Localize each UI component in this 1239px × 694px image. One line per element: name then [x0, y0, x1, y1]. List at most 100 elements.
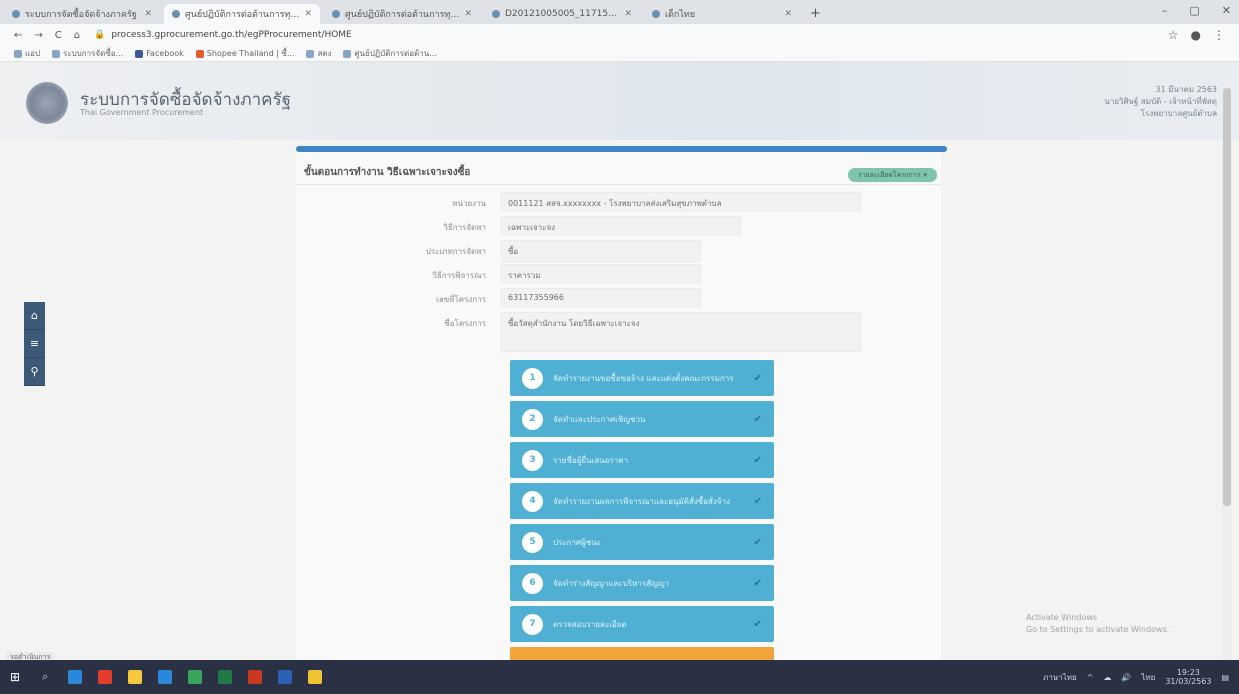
project-details-label: รายละเอียดโครงการ: [857, 170, 921, 179]
browser-tab[interactable]: เด็กไทย ✕: [644, 4, 800, 24]
reload-icon[interactable]: C: [55, 30, 62, 41]
field-row: ประเภทการจัดหา ซื้อ: [296, 240, 701, 262]
taskbar-app-icon[interactable]: [308, 670, 323, 684]
step-number: 7: [522, 613, 543, 635]
bookmark-item[interactable]: ศูนย์ปฏิบัติการต่อต้าน...: [343, 47, 437, 60]
maximize-button[interactable]: ▢: [1189, 4, 1199, 17]
site-icon: [52, 49, 61, 58]
tab-favicon-icon: [12, 10, 20, 18]
tab-close-icon[interactable]: ✕: [144, 9, 152, 19]
field-value: 0011121 สสจ.xxxxxxxx - โรงพยาบาลส่งเสริม…: [501, 192, 861, 212]
workflow-step[interactable]: 6 จัดทำร่างสัญญาและบริหารสัญญา ✔: [510, 565, 774, 601]
site-icon: [343, 49, 352, 58]
site-subtitle: Thai Government Procurement: [80, 108, 204, 117]
workflow-step[interactable]: 1 จัดทำรายงานขอซื้อขอจ้าง และแต่งตั้งคณะก…: [510, 360, 774, 396]
menu-icon[interactable]: ≡: [24, 330, 45, 358]
checkmark-icon: ✔: [753, 372, 762, 384]
field-row: เลขที่โครงการ 63117355966: [296, 288, 701, 308]
tab-title: D20121005005_11715_10087: [505, 9, 619, 19]
windows-start-icon[interactable]: ⊞: [10, 670, 20, 684]
tab-close-icon[interactable]: ✕: [304, 9, 312, 19]
page-scrollbar-thumb[interactable]: [1223, 88, 1231, 506]
step-number: 5: [522, 531, 543, 553]
apps-icon: [14, 49, 22, 58]
taskbar-app-icon[interactable]: [248, 670, 263, 684]
tab-title: ศูนย์ปฏิบัติการต่อต้านการทุจริต กระ...: [345, 10, 460, 20]
bookmark-item[interactable]: ระบบการจัดซื้อ...: [52, 47, 123, 60]
step-label: ตรวจสอบรายละเอียด: [553, 619, 627, 629]
bookmark-item[interactable]: สตง: [306, 47, 331, 60]
workflow-step[interactable]: 2 จัดทำและประกาศเชิญชวน ✔: [510, 401, 774, 437]
windows-taskbar: ⊞ ⌕ ภาษาไทย ^ ☁ 🔊 ไทย 19:23 31/03/2563 ▤: [0, 660, 1239, 694]
workflow-step[interactable]: 3 รายชื่อผู้ยื่นเสนอราคา ✔: [510, 442, 774, 478]
taskbar-app-icon[interactable]: [98, 670, 113, 684]
field-row: วิธีการจัดหา เฉพาะเจาะจง: [296, 216, 741, 236]
government-logo: [26, 82, 68, 124]
notification-icon[interactable]: ▤: [1221, 673, 1229, 682]
profile-icon[interactable]: ●: [1191, 28, 1201, 42]
minimize-button[interactable]: –: [1162, 4, 1168, 17]
close-window-button[interactable]: ✕: [1222, 4, 1231, 17]
back-icon[interactable]: ←: [14, 30, 22, 41]
facebook-icon: [135, 49, 144, 58]
browser-tab[interactable]: ศูนย์ปฏิบัติการต่อต้านการทุจริต กระ... ✕: [324, 4, 480, 24]
bookmark-item[interactable]: Facebook: [135, 49, 184, 58]
browser-tab[interactable]: ศูนย์ปฏิบัติการต่อต้านการทุจริต (ศปท.) ✕: [164, 4, 320, 24]
window-controls: – ▢ ✕: [1162, 4, 1231, 17]
browser-menu-icon[interactable]: ⋮: [1213, 28, 1225, 42]
forward-icon[interactable]: →: [34, 30, 42, 41]
workflow-steps: 1 จัดทำรายงานขอซื้อขอจ้าง และแต่งตั้งคณะก…: [510, 360, 774, 661]
checkmark-icon: ✔: [753, 495, 762, 507]
site-header: ระบบการจัดซื้อจัดจ้างภาครัฐ Thai Governm…: [0, 62, 1239, 140]
bookmark-label: แอป: [25, 49, 41, 58]
taskbar-app-icon[interactable]: [188, 670, 203, 684]
tray-item[interactable]: ^: [1087, 673, 1094, 682]
search-icon[interactable]: ⚲: [24, 358, 45, 386]
watermark-line-1: Activate Windows: [1026, 613, 1098, 622]
tray-item[interactable]: ☁: [1103, 673, 1111, 682]
system-tray: ภาษาไทย ^ ☁ 🔊 ไทย 19:23 31/03/2563 ▤: [1043, 668, 1229, 686]
home-nav-icon[interactable]: ⌂: [74, 30, 80, 41]
workflow-step[interactable]: [510, 647, 774, 661]
taskbar-app-icon[interactable]: [158, 670, 173, 684]
url-field[interactable]: 🔒 process3.gprocurement.go.th/egPProcure…: [94, 30, 352, 40]
tray-item[interactable]: 🔊: [1121, 673, 1131, 682]
nav-buttons: ← → C ⌂: [14, 30, 80, 41]
project-details-button[interactable]: รายละเอียดโครงการ ▾: [847, 168, 937, 182]
step-label: ประกาศผู้ชนะ: [553, 537, 601, 547]
bookmark-item[interactable]: แอป: [14, 47, 40, 60]
taskbar-search-icon[interactable]: ⌕: [42, 670, 48, 684]
browser-tab[interactable]: ระบบการจัดซื้อจัดจ้างภาครัฐ ✕: [4, 4, 160, 24]
address-bar: ← → C ⌂ 🔒 process3.gprocurement.go.th/eg…: [0, 24, 1239, 46]
workflow-step[interactable]: 4 จัดทำรายงานผลการพิจารณาและอนุมัติสั่งซื…: [510, 483, 774, 519]
tab-favicon-icon: [332, 10, 340, 18]
step-number: 4: [522, 490, 543, 512]
tray-item[interactable]: ภาษาไทย: [1043, 671, 1077, 684]
tab-close-icon[interactable]: ✕: [784, 9, 792, 19]
user-name[interactable]: นายวิศิษฐ์ สมบัติ - เจ้าหน้าที่พัสดุ: [1104, 96, 1217, 108]
home-icon[interactable]: ⌂: [24, 302, 45, 330]
field-value: 63117355966: [501, 288, 701, 308]
new-tab-button[interactable]: +: [810, 6, 821, 24]
field-label: วิธีการจัดหา: [443, 223, 486, 232]
tab-close-icon[interactable]: ✕: [464, 9, 472, 19]
field-value: ซื้อวัสดุสำนักงาน โดยวิธีเฉพาะเจาะจง: [501, 312, 861, 352]
workflow-step[interactable]: 7 ตรวจสอบรายละเอียด ✔: [510, 606, 774, 642]
checkmark-icon: ✔: [753, 618, 762, 630]
tray-item[interactable]: ไทย: [1141, 671, 1155, 684]
workflow-step[interactable]: 5 ประกาศผู้ชนะ ✔: [510, 524, 774, 560]
clock[interactable]: 19:23 31/03/2563: [1165, 668, 1211, 686]
taskbar-app-icon[interactable]: [278, 670, 293, 684]
user-agency: โรงพยาบาลศูนย์ตำบล: [1140, 109, 1217, 118]
browser-tab[interactable]: D20121005005_11715_10087 ✕: [484, 4, 640, 24]
step-label: จัดทำรายงานผลการพิจารณาและอนุมัติสั่งซื้…: [553, 496, 730, 506]
taskbar-app-icon[interactable]: [68, 670, 83, 684]
tab-favicon-icon: [492, 10, 500, 18]
bookmark-star-icon[interactable]: ☆: [1168, 28, 1179, 42]
bookmark-item[interactable]: Shopee Thailand | ซื้...: [195, 47, 294, 60]
field-value: เฉพาะเจาะจง: [501, 216, 741, 236]
taskbar-app-icon[interactable]: [218, 670, 233, 684]
tab-close-icon[interactable]: ✕: [624, 9, 632, 19]
taskbar-app-icon[interactable]: [128, 670, 143, 684]
tab-favicon-icon: [652, 10, 660, 18]
